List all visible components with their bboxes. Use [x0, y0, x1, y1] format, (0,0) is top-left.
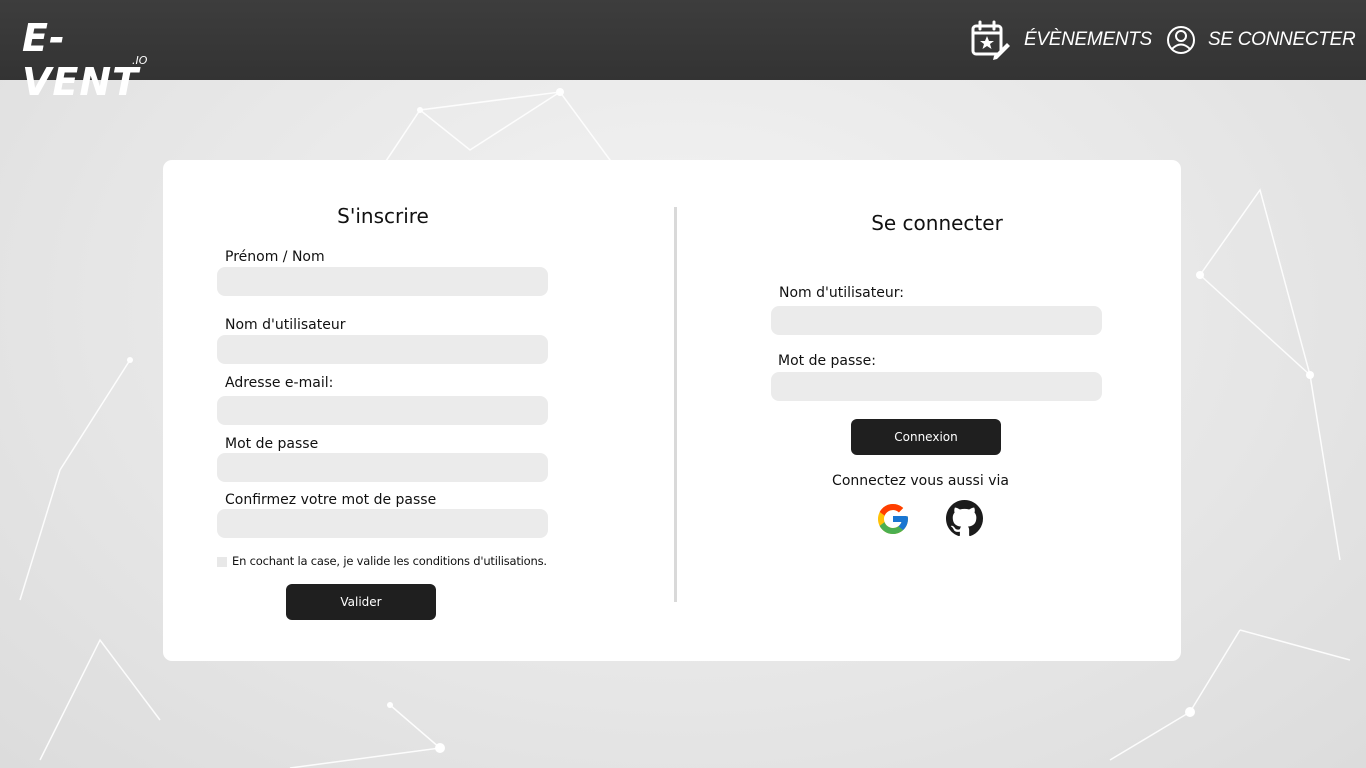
login-title: Se connecter — [871, 211, 1003, 235]
nav-events-link[interactable]: ÉVÈNEMENTS — [970, 20, 1152, 60]
register-confirm-password-label: Confirmez votre mot de passe — [225, 492, 437, 508]
register-username-label: Nom d'utilisateur — [225, 317, 346, 333]
github-icon[interactable] — [946, 500, 983, 537]
login-password-input[interactable] — [771, 372, 1102, 401]
login-submit-button[interactable]: Connexion — [851, 419, 1001, 455]
social-login-label: Connectez vous aussi via — [832, 473, 1009, 489]
login-username-label: Nom d'utilisateur: — [779, 285, 904, 301]
login-password-label: Mot de passe: — [778, 353, 876, 369]
register-email-label: Adresse e-mail: — [225, 375, 334, 391]
register-submit-button[interactable]: Valider — [286, 584, 436, 620]
nav-login-label: SE CONNECTER — [1208, 29, 1356, 50]
nav-events-label: ÉVÈNEMENTS — [1024, 29, 1152, 50]
register-username-input[interactable] — [217, 335, 548, 364]
register-title: S'inscrire — [337, 204, 429, 228]
calendar-star-edit-icon — [971, 20, 1010, 60]
auth-card: S'inscrire Prénom / Nom Nom d'utilisateu… — [163, 160, 1181, 661]
register-fullname-input[interactable] — [217, 267, 548, 296]
nav-login-link[interactable]: SE CONNECTER — [1166, 20, 1356, 60]
register-fullname-label: Prénom / Nom — [225, 249, 325, 265]
section-divider — [674, 207, 677, 602]
top-navbar: E-VENT .IO ÉVÈNEMENTS SE CONNECTER — [0, 0, 1366, 104]
google-icon[interactable] — [875, 501, 911, 537]
terms-checkbox[interactable] — [217, 557, 227, 567]
logo-subtext: .IO — [132, 54, 148, 67]
login-username-input[interactable] — [771, 306, 1102, 335]
register-confirm-password-input[interactable] — [217, 509, 548, 538]
terms-label: En cochant la case, je valide les condit… — [232, 554, 547, 568]
register-email-input[interactable] — [217, 396, 548, 425]
logo-text: E-VENT — [22, 16, 140, 104]
user-circle-icon — [1167, 26, 1195, 54]
register-password-input[interactable] — [217, 453, 548, 482]
logo[interactable]: E-VENT .IO — [22, 16, 172, 104]
register-password-label: Mot de passe — [225, 436, 319, 452]
